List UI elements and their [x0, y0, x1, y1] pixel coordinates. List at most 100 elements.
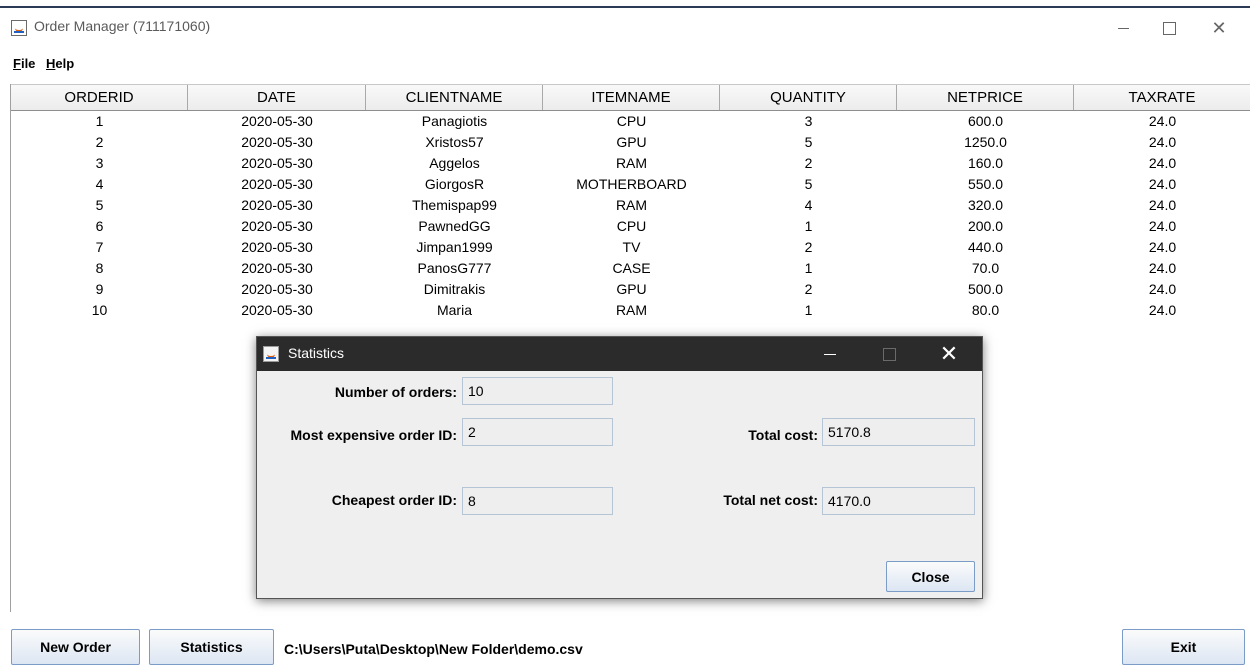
cell-netprice: 320.0	[967, 197, 1004, 213]
table-row[interactable]: 8 2020-05-30 PanosG777 CASE 1 70.0 24.0	[11, 258, 1250, 279]
column-header-clientname[interactable]: CLIENTNAME	[366, 85, 543, 110]
number-of-orders-field[interactable]: 10	[462, 377, 613, 405]
cell-quantity: 1	[804, 260, 813, 276]
cell-itemname: MOTHERBOARD	[576, 176, 687, 192]
cell-clientname: PanosG777	[417, 260, 492, 276]
cell-netprice: 160.0	[967, 155, 1004, 171]
cell-itemname: GPU	[616, 281, 647, 297]
most-expensive-order-field[interactable]: 2	[462, 418, 613, 446]
cell-netprice: 80.0	[971, 302, 1000, 318]
column-header-taxrate[interactable]: TAXRATE	[1074, 85, 1250, 110]
close-dialog-button[interactable]: Close	[886, 561, 975, 592]
menu-help-mnemonic: H	[46, 56, 56, 71]
total-net-cost-label: Total net cost:	[723, 492, 818, 508]
cell-taxrate: 24.0	[1148, 239, 1177, 255]
desktop-edge	[0, 0, 1250, 8]
cell-clientname: GiorgosR	[424, 176, 485, 192]
cell-date: 2020-05-30	[241, 218, 313, 234]
cell-taxrate: 24.0	[1148, 176, 1177, 192]
column-header-quantity[interactable]: QUANTITY	[720, 85, 897, 110]
cell-date: 2020-05-30	[241, 134, 313, 150]
cell-clientname: Aggelos	[429, 155, 480, 171]
cell-date: 2020-05-30	[241, 176, 313, 192]
cell-quantity: 2	[804, 239, 813, 255]
cell-orderid: 8	[95, 260, 104, 276]
java-app-icon	[11, 20, 27, 36]
cheapest-order-label: Cheapest order ID:	[331, 492, 457, 508]
cell-itemname: CASE	[612, 260, 651, 276]
total-cost-field[interactable]: 5170.8	[822, 418, 975, 446]
cell-quantity: 2	[804, 281, 813, 297]
cell-itemname: RAM	[615, 155, 648, 171]
column-header-itemname[interactable]: ITEMNAME	[543, 85, 720, 110]
table-body: 1 2020-05-30 Panagiotis CPU 3 600.0 24.0 2 2020-…	[11, 111, 1250, 321]
cell-quantity: 2	[804, 155, 813, 171]
cell-clientname: Xristos57	[425, 134, 484, 150]
table-row[interactable]: 5 2020-05-30 Themispap99 RAM 4 320.0 24.0	[11, 195, 1250, 216]
table-row[interactable]: 7 2020-05-30 Jimpan1999 TV 2 440.0 24.0	[11, 237, 1250, 258]
table-row[interactable]: 2 2020-05-30 Xristos57 GPU 5 1250.0 24.0	[11, 132, 1250, 153]
menu-help[interactable]: Help	[46, 56, 74, 71]
cell-clientname: Themispap99	[412, 197, 497, 213]
cell-taxrate: 24.0	[1148, 155, 1177, 171]
maximize-icon	[1162, 21, 1176, 35]
minimize-icon	[1117, 27, 1129, 29]
total-cost-label: Total cost:	[748, 427, 818, 443]
table-row[interactable]: 3 2020-05-30 Aggelos RAM 2 160.0 24.0	[11, 153, 1250, 174]
cell-netprice: 550.0	[967, 176, 1004, 192]
cell-netprice: 600.0	[967, 113, 1004, 129]
cell-date: 2020-05-30	[241, 113, 313, 129]
cheapest-order-field[interactable]: 8	[462, 487, 613, 515]
column-header-netprice[interactable]: NETPRICE	[897, 85, 1074, 110]
exit-button[interactable]: Exit	[1122, 629, 1245, 665]
cell-netprice: 200.0	[967, 218, 1004, 234]
cell-quantity: 1	[804, 218, 813, 234]
table-row[interactable]: 4 2020-05-30 GiorgosR MOTHERBOARD 5 550.0 24.0	[11, 174, 1250, 195]
cell-orderid: 7	[95, 239, 104, 255]
cell-clientname: Dimitrakis	[423, 281, 486, 297]
cell-netprice: 70.0	[971, 260, 1000, 276]
statistics-button[interactable]: Statistics	[149, 629, 274, 665]
cell-date: 2020-05-30	[241, 302, 313, 318]
number-of-orders-label: Number of orders:	[334, 384, 457, 400]
bottom-bar: New Order Statistics C:\Users\Puta\Deskt…	[0, 612, 1250, 665]
minimize-button[interactable]	[1100, 8, 1146, 48]
cell-netprice: 1250.0	[964, 134, 1007, 150]
java-app-icon	[263, 346, 279, 362]
cell-clientname: Panagiotis	[421, 113, 488, 129]
table-row[interactable]: 6 2020-05-30 PawnedGG CPU 1 200.0 24.0	[11, 216, 1250, 237]
menu-help-label: elp	[55, 56, 75, 71]
cell-clientname: PawnedGG	[418, 218, 491, 234]
dialog-close-button[interactable]: ✕	[929, 337, 969, 371]
cell-date: 2020-05-30	[241, 260, 313, 276]
menu-file[interactable]: File	[13, 56, 35, 71]
menu-file-mnemonic: F	[13, 56, 21, 71]
file-path-label: C:\Users\Puta\Desktop\New Folder\demo.cs…	[284, 641, 583, 657]
cell-taxrate: 24.0	[1148, 113, 1177, 129]
new-order-button[interactable]: New Order	[11, 629, 140, 665]
title-bar: Order Manager (711171060) ✕	[0, 8, 1250, 48]
table-row[interactable]: 1 2020-05-30 Panagiotis CPU 3 600.0 24.0	[11, 111, 1250, 132]
cell-date: 2020-05-30	[241, 155, 313, 171]
statistics-dialog: Statistics ✕ Number of orders: 10 Most e…	[256, 336, 983, 599]
table-row[interactable]: 10 2020-05-30 Maria RAM 1 80.0 24.0	[11, 300, 1250, 321]
column-header-orderid[interactable]: ORDERID	[11, 85, 188, 110]
dialog-title: Statistics	[288, 345, 345, 361]
close-button[interactable]: ✕	[1196, 8, 1242, 48]
most-expensive-order-label: Most expensive order ID:	[290, 427, 458, 443]
cell-orderid: 2	[95, 134, 104, 150]
cell-date: 2020-05-30	[241, 197, 313, 213]
cell-quantity: 5	[804, 134, 813, 150]
column-header-date[interactable]: DATE	[188, 85, 366, 110]
maximize-button[interactable]	[1146, 8, 1192, 48]
table-row[interactable]: 9 2020-05-30 Dimitrakis GPU 2 500.0 24.0	[11, 279, 1250, 300]
cell-orderid: 3	[95, 155, 104, 171]
cell-quantity: 1	[804, 302, 813, 318]
dialog-minimize-button[interactable]	[810, 337, 850, 371]
minimize-icon	[824, 353, 836, 355]
close-icon: ✕	[939, 341, 959, 366]
cell-orderid: 6	[95, 218, 104, 234]
total-net-cost-field[interactable]: 4170.0	[822, 487, 975, 515]
cell-taxrate: 24.0	[1148, 302, 1177, 318]
cell-itemname: CPU	[616, 113, 647, 129]
